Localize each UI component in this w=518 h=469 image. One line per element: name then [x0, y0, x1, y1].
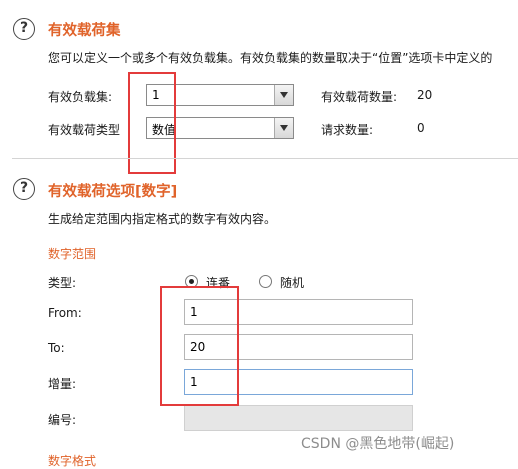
payload-count-value: 20 [417, 88, 433, 102]
payload-count-label: 有效载荷数量: [321, 90, 398, 104]
radio-random[interactable] [259, 275, 272, 288]
annotation-box-range [160, 286, 239, 406]
type-label: 类型: [48, 276, 77, 290]
help-icon[interactable]: ? [13, 18, 35, 40]
number-format-heading: 数字格式 [48, 454, 97, 468]
watermark: CSDN @黑色地带(崛起) [301, 436, 455, 452]
section-divider [12, 158, 518, 159]
section-title-payload-options: 有效载荷选项[数字] [48, 184, 178, 200]
request-count-label: 请求数量: [321, 123, 374, 137]
payload-type-label: 有效载荷类型 [48, 123, 121, 137]
number-range-heading: 数字范围 [48, 247, 97, 261]
from-label: From: [48, 306, 82, 320]
request-count-value: 0 [417, 121, 425, 135]
section-description: 生成给定范围内指定格式的数字有效内容。 [48, 212, 277, 226]
section-title-payload-sets: 有效载荷集 [48, 23, 121, 39]
chevron-down-icon[interactable] [274, 118, 293, 138]
to-label: To: [48, 341, 65, 355]
payload-set-label: 有效负载集: [48, 90, 113, 104]
number-label: 编号: [48, 413, 77, 427]
help-icon[interactable]: ? [13, 178, 35, 200]
number-input [184, 405, 413, 431]
chevron-down-icon[interactable] [274, 85, 293, 105]
section-description: 您可以定义一个或多个有效负载集。有效负载集的数量取决于“位置”选项卡中定义的 [48, 51, 493, 65]
step-label: 增量: [48, 377, 77, 391]
radio-random-label[interactable]: 随机 [280, 274, 304, 291]
